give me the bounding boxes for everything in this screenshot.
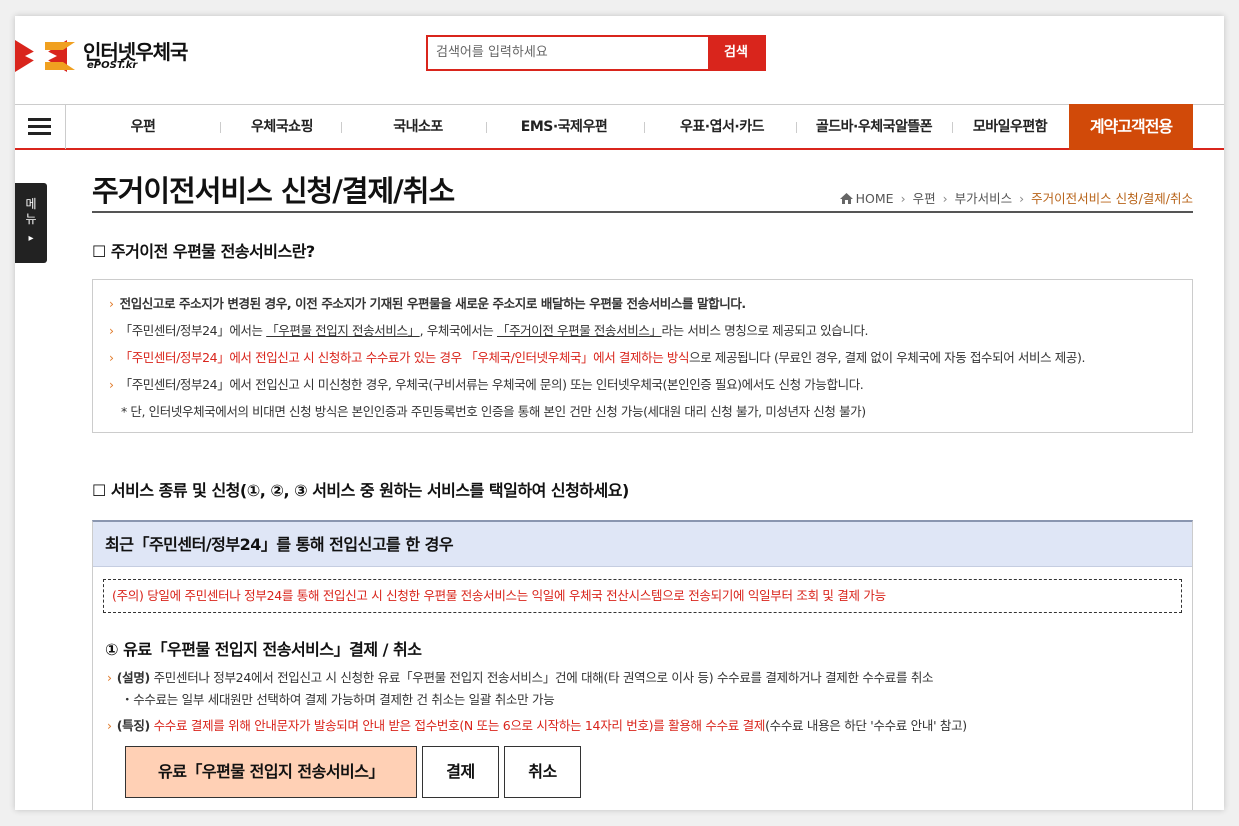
section2-heading: ☐ 서비스 종류 및 신청(①, ②, ③ 서비스 중 원하는 서비스를 택일하… [92,481,629,500]
side-menu-tab[interactable]: 메 뉴 ▸ [15,183,47,263]
side-tab-label-2: 뉴 [25,212,37,226]
desc-line-1: › 전입신고로 주소지가 변경된 경우, 이전 주소지가 기재된 우편물을 새로운… [109,296,746,311]
hamburger-menu-icon[interactable] [15,105,66,149]
service-panel: 최근「주민센터/정부24」를 통해 전입신고를 한 경우 (주의) 당일에 주민… [92,520,1193,810]
chevron-right-icon: ▸ [28,233,34,244]
desc-line-2: › 「주민센터/정부24」에서는 「우편물 전입지 전송서비스」, 우체국에서는 … [109,323,869,338]
title-divider [92,211,1193,213]
breadcrumb-separator: › [1019,191,1025,206]
nav-item-post[interactable]: 우편 [95,105,191,149]
epost-logo-icon [15,40,75,72]
search-input[interactable]: 검색어를 입력하세요 [428,37,710,69]
side-tab-label-1: 메 [25,197,37,211]
nav-item-shopping[interactable]: 우체국쇼핑 [230,105,334,149]
service1-title: ① 유료「우편물 전입지 전송서비스」결제 / 취소 [105,640,422,659]
nav-item-stamps[interactable]: 우표·엽서·카드 [654,105,790,149]
page-frame: 인터넷우체국 ePOST.kr 검색어를 입력하세요 검색 우편 우체국쇼핑 국… [15,16,1224,810]
nav-item-mobile-mailbox[interactable]: 모바일우편함 [957,105,1063,149]
breadcrumb: HOME › 우편 › 부가서비스 › 주거이전서비스 신청/결제/취소 [839,188,1193,207]
panel-title: 최근「주민센터/정부24」를 통해 전입신고를 한 경우 [93,522,1192,567]
logo[interactable]: 인터넷우체국 ePOST.kr [15,36,215,76]
desc-line-3: › 「주민센터/정부24」에서 전입신고 시 신청하고 수수료가 있는 경우 「우… [109,350,1086,365]
main-nav: 우편 우체국쇼핑 국내소포 EMS·국제우편 우표·엽서·카드 골드바·우체국알… [15,104,1224,150]
breadcrumb-separator: › [900,191,906,206]
cancel-button[interactable]: 취소 [504,746,581,798]
page-title: 주거이전서비스 신청/결제/취소 [92,174,455,208]
service1-desc: › (설명) 주민센터나 정부24에서 전입신고 시 신청한 유료「우편물 전입지… [107,670,934,685]
search-button[interactable]: 검색 [708,37,764,69]
nav-item-ems[interactable]: EMS·국제우편 [496,105,632,149]
desc-line-4: › 「주민센터/정부24」에서 전입신고 시 미신청한 경우, 우체국(구비서류는… [109,377,864,392]
service1-desc-note: ・수수료는 일부 세대원만 선택하여 결제 가능하며 결제한 건 취소는 일괄 … [121,692,555,707]
breadcrumb-post[interactable]: 우편 [913,191,936,206]
breadcrumb-home[interactable]: HOME [856,191,894,206]
breadcrumb-additional-services[interactable]: 부가서비스 [955,191,1013,206]
search-bar: 검색어를 입력하세요 검색 [426,35,766,71]
breadcrumb-current: 주거이전서비스 신청/결제/취소 [1031,191,1193,206]
home-icon [839,193,853,204]
notice-box: (주의) 당일에 주민센터나 정부24를 통해 전입신고 시 신청한 우편물 전… [103,579,1182,613]
pay-button[interactable]: 결제 [422,746,499,798]
nav-item-contract-customers[interactable]: 계약고객전용 [1069,104,1193,150]
section1-heading: ☐ 주거이전 우편물 전송서비스란? [92,242,315,261]
service-description-box: › 전입신고로 주소지가 변경된 경우, 이전 주소지가 기재된 우편물을 새로운… [92,279,1193,433]
paid-forwarding-service-button[interactable]: 유료「우편물 전입지 전송서비스」 [125,746,417,798]
service1-feature: › (특징) 수수료 결제를 위해 안내문자가 발송되며 안내 받은 접수번호(N… [107,718,967,733]
breadcrumb-separator: › [942,191,948,206]
logo-sub: ePOST.kr [87,60,138,71]
nav-item-goldbar[interactable]: 골드바·우체국알뜰폰 [801,105,947,149]
nav-item-domestic-parcel[interactable]: 국내소포 [355,105,481,149]
desc-line-5: * 단, 인터넷우체국에서의 비대면 신청 방식은 본인인증과 주민등록번호 인… [121,404,866,419]
